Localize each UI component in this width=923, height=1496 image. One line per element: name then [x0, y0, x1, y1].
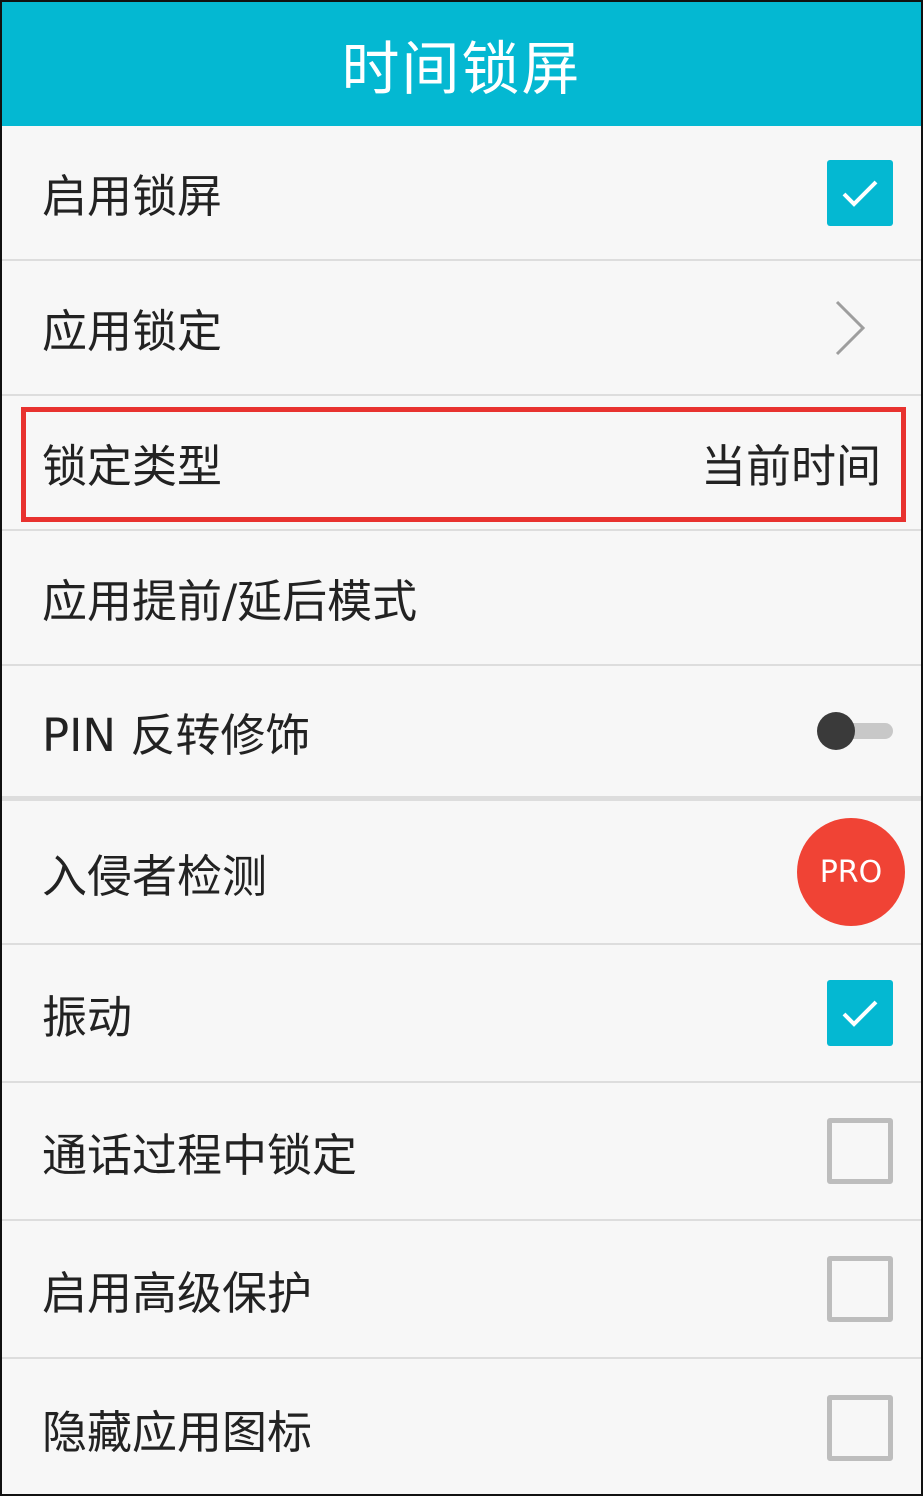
setting-label: 隐藏应用图标 [42, 1405, 313, 1459]
setting-advance-delay-mode[interactable]: 应用提前/延后模式 [2, 531, 921, 666]
setting-lock-type[interactable]: 锁定类型 当前时间 [2, 396, 921, 531]
checkmark-icon [842, 1000, 878, 1027]
advanced-protection-checkbox[interactable] [827, 1256, 893, 1322]
setting-label: 应用锁定 [42, 305, 223, 358]
app-screen: 时间锁屏 启用锁屏 应用锁定 锁定类型 当前时间 应用提前/延后模式 PIN 反… [0, 0, 923, 1496]
setting-hide-app-icon[interactable]: 隐藏应用图标 [2, 1359, 921, 1494]
toggle-knob [817, 712, 855, 750]
setting-enable-lock-screen[interactable]: 启用锁屏 [2, 126, 921, 261]
setting-label: 通话过程中锁定 [42, 1128, 358, 1182]
setting-label: 应用提前/延后模式 [42, 575, 418, 628]
lock-during-call-checkbox[interactable] [827, 1118, 893, 1184]
settings-list: 启用锁屏 应用锁定 锁定类型 当前时间 应用提前/延后模式 PIN 反转修饰 入… [2, 126, 921, 1494]
setting-label: 入侵者检测 [42, 849, 268, 903]
pro-badge[interactable]: PRO [797, 818, 905, 926]
chevron-right-icon [835, 300, 866, 355]
setting-lock-during-call[interactable]: 通话过程中锁定 [2, 1083, 921, 1221]
setting-pin-reverse[interactable]: PIN 反转修饰 [2, 666, 921, 801]
setting-label: 启用高级保护 [42, 1266, 313, 1320]
setting-label: 振动 [42, 990, 133, 1044]
setting-advanced-protection[interactable]: 启用高级保护 [2, 1221, 921, 1359]
lock-type-value: 当前时间 [700, 440, 881, 493]
setting-label: PIN 反转修饰 [42, 708, 311, 762]
setting-intruder-detection[interactable]: 入侵者检测 PRO [2, 801, 921, 945]
setting-vibration[interactable]: 振动 [2, 945, 921, 1083]
setting-app-lock[interactable]: 应用锁定 [2, 261, 921, 396]
pin-reverse-toggle[interactable] [817, 711, 893, 751]
hide-app-icon-checkbox[interactable] [827, 1395, 893, 1461]
setting-label: 锁定类型 [42, 440, 223, 493]
setting-label: 启用锁屏 [42, 170, 223, 223]
app-title: 时间锁屏 [341, 35, 582, 103]
app-header: 时间锁屏 [2, 2, 921, 126]
pro-badge-label: PRO [819, 854, 883, 890]
enable-lock-screen-checkbox[interactable] [827, 159, 893, 226]
vibration-checkbox[interactable] [827, 980, 893, 1046]
checkmark-icon [842, 180, 878, 207]
